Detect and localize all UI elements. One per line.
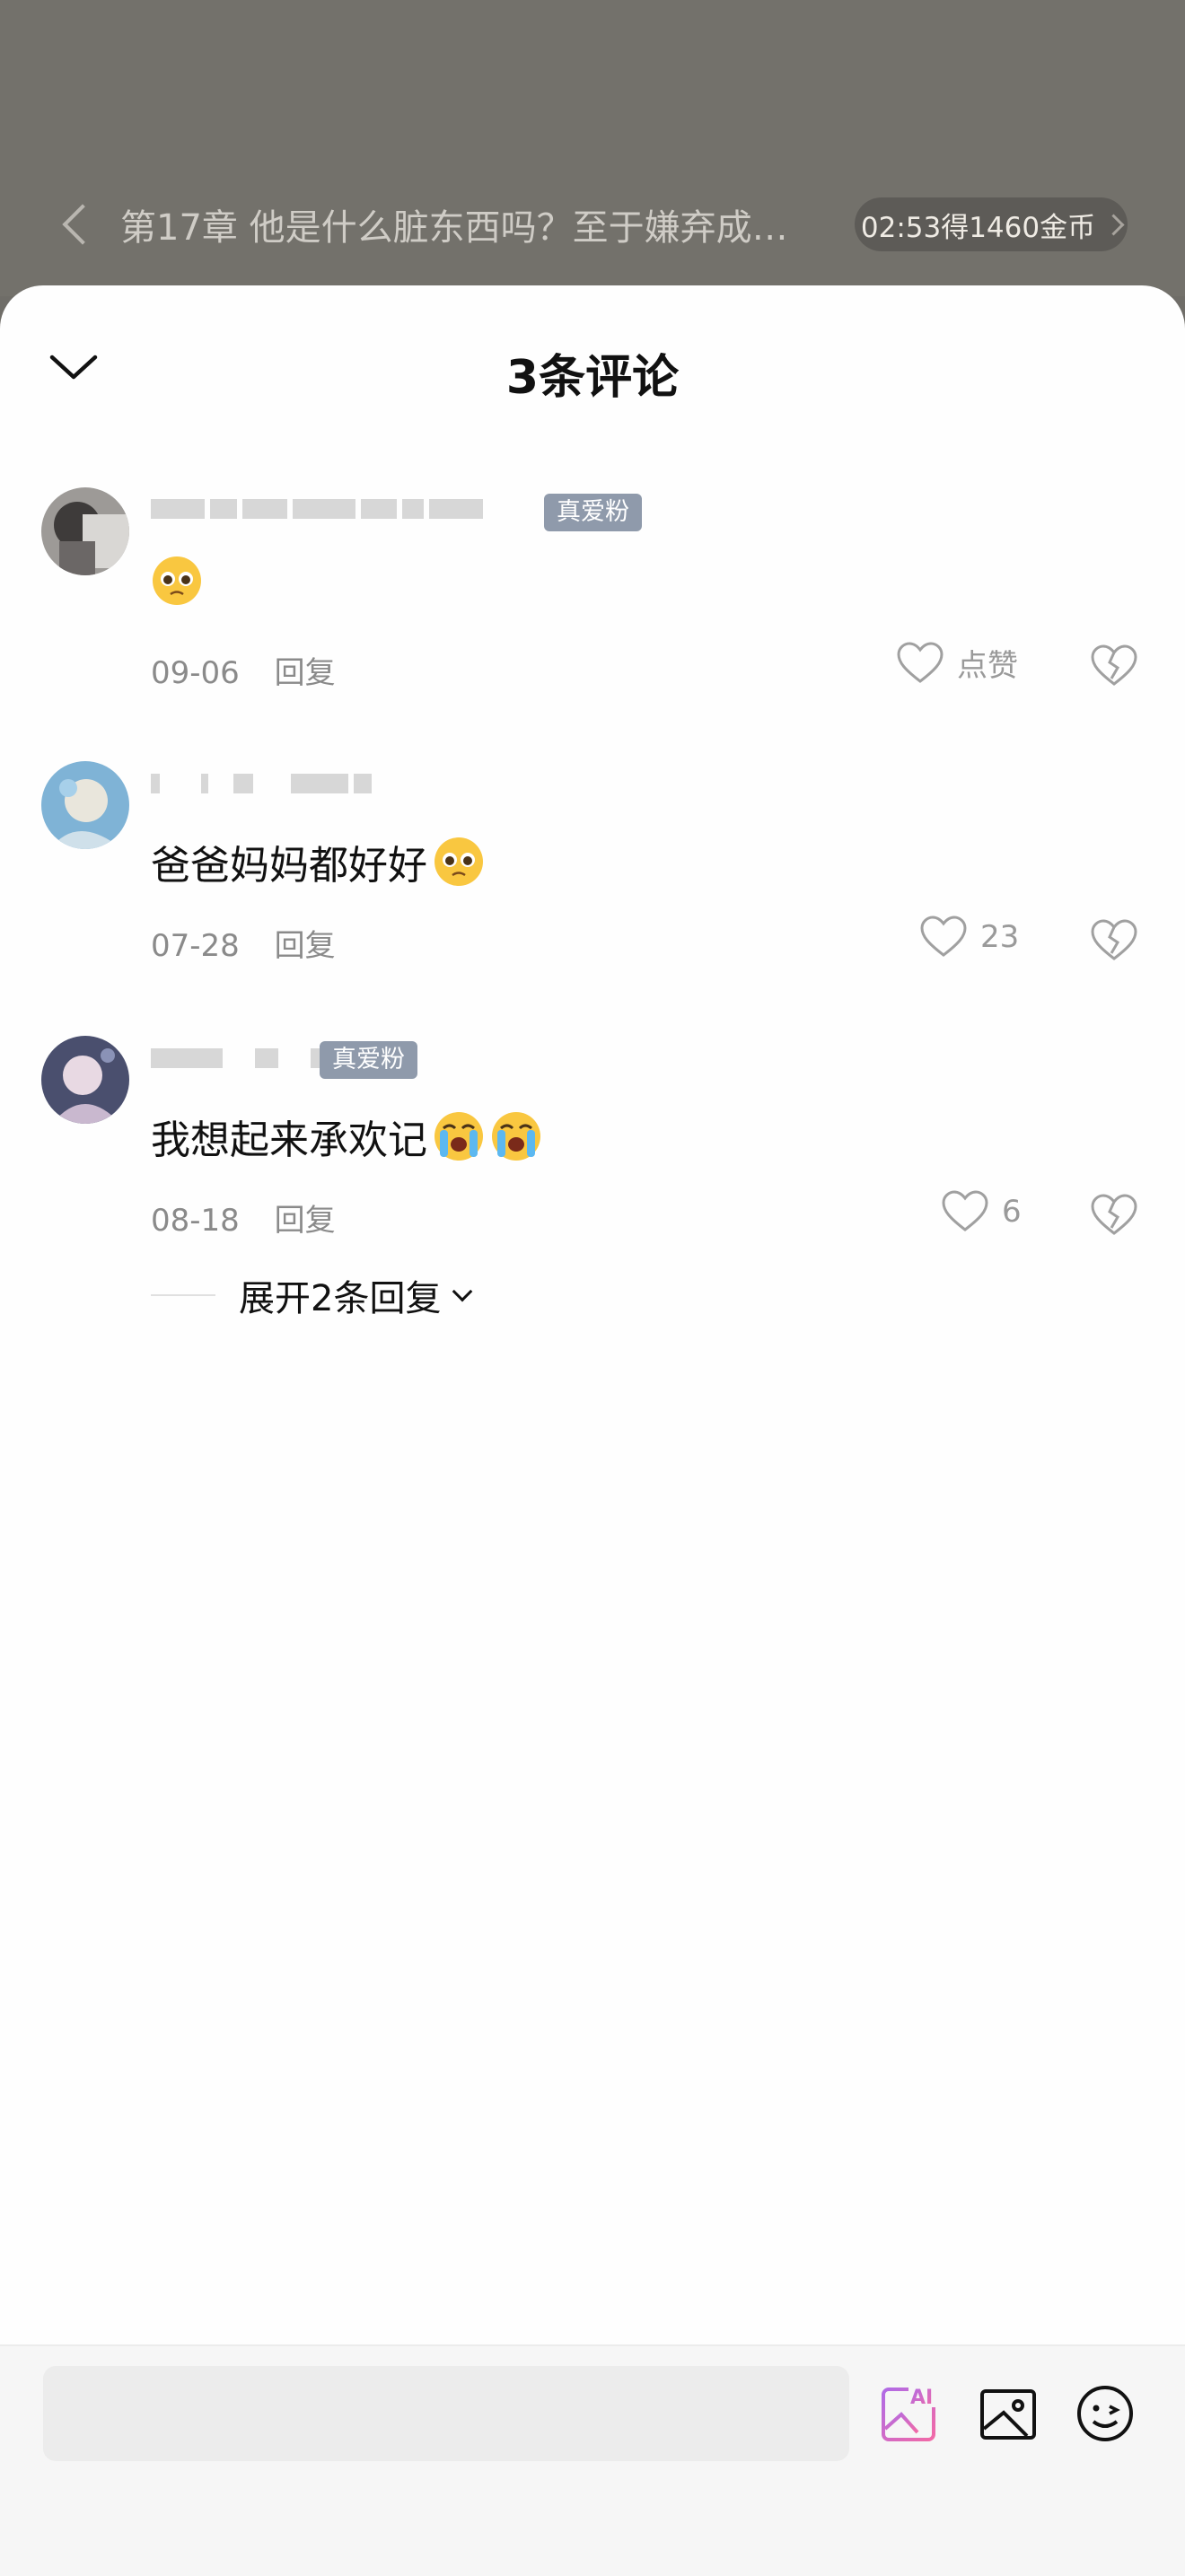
reply-button[interactable]: 回复 (275, 655, 336, 691)
comment-date: 07-28 (151, 928, 240, 964)
pleading-face-emoji (153, 556, 201, 605)
avatar[interactable] (41, 761, 129, 849)
svg-text:AI: AI (910, 2387, 933, 2409)
comment-meta: 07-28 回复 (151, 921, 336, 965)
comment-text-content: 爸爸妈妈都好好 (151, 843, 427, 889)
comment-count-title: 3条评论 (505, 351, 680, 405)
chapter-title: 第17章 他是什么脏东西吗？至于嫌弃成… (120, 207, 788, 249)
comment-date: 09-06 (151, 655, 240, 691)
fan-badge: 真爱粉 (320, 1041, 417, 1079)
image-icon[interactable] (977, 2382, 1040, 2445)
heart-icon (942, 1190, 988, 1231)
comment-sheet (0, 285, 1185, 2574)
reply-button[interactable]: 回复 (275, 1203, 336, 1239)
reward-timer-text: 02:53得1460金币 (860, 211, 1096, 244)
chevron-right-icon (1102, 213, 1125, 236)
comment-text-content: 我想起来承欢记 (151, 1117, 427, 1163)
emoji-icon[interactable] (1074, 2382, 1137, 2445)
reading-reward-timer[interactable]: 02:53得1460金币 (855, 197, 1128, 251)
loudly-crying-face-emoji (434, 1112, 483, 1161)
broken-heart-icon[interactable] (1090, 641, 1138, 689)
comment-date: 08-18 (151, 1203, 240, 1239)
avatar[interactable] (41, 487, 129, 575)
ai-image-icon[interactable]: AI (878, 2382, 941, 2445)
comment-text: 爸爸妈妈都好好 (151, 833, 485, 890)
expand-replies-button[interactable]: 展开2条回复 (151, 1269, 473, 1321)
comment-text (151, 555, 203, 607)
reply-button[interactable]: 回复 (275, 928, 336, 964)
fan-badge: 真爱粉 (544, 494, 642, 531)
divider (151, 1294, 215, 1296)
back-chevron-icon[interactable] (62, 204, 103, 245)
comment-meta: 09-06 回复 (151, 648, 336, 692)
loudly-crying-face-emoji (492, 1112, 540, 1161)
like-button[interactable]: 点赞 (896, 641, 1018, 685)
broken-heart-icon[interactable] (1090, 1190, 1138, 1239)
like-button[interactable]: 6 (941, 1190, 1022, 1233)
comment-text: 我想起来承欢记 (151, 1108, 542, 1165)
heart-icon (920, 916, 967, 957)
username-blurred[interactable] (151, 774, 377, 804)
comment-meta: 08-18 回复 (151, 1196, 336, 1240)
like-count: 6 (1002, 1194, 1022, 1230)
username-blurred[interactable] (151, 499, 488, 530)
like-count: 23 (980, 919, 1020, 955)
expand-replies-label: 展开2条回复 (239, 1278, 442, 1319)
like-count: 点赞 (957, 648, 1018, 684)
broken-heart-icon[interactable] (1090, 916, 1138, 964)
chapter-header[interactable]: 第17章 他是什么脏东西吗？至于嫌弃成… (62, 190, 788, 258)
pleading-face-emoji (434, 837, 483, 886)
chevron-down-icon (452, 1281, 473, 1302)
heart-icon (897, 641, 944, 683)
comment-input[interactable] (43, 2366, 849, 2461)
avatar[interactable] (41, 1036, 129, 1124)
like-button[interactable]: 23 (919, 916, 1019, 959)
